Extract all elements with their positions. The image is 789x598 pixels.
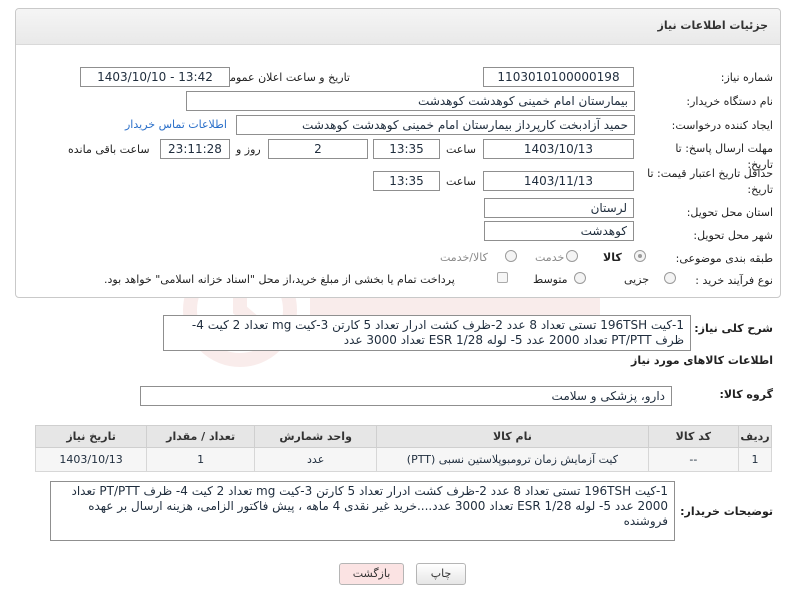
col-date: تاریخ نیاز: [34, 425, 148, 448]
deadline-date-field: 1403/10/13: [483, 139, 634, 159]
validity-label: حداقل تاریخ اعتبار قیمت: تا تاریخ:: [647, 167, 773, 196]
row-code: --: [647, 447, 740, 472]
buyer-contact-link[interactable]: اطلاعات تماس خریدار: [125, 118, 227, 131]
province-field: لرستان: [484, 198, 634, 218]
process-minor-radio[interactable]: [664, 272, 676, 284]
row-date: 1403/10/13: [34, 447, 148, 472]
need-number-field: 1103010100000198: [483, 67, 634, 87]
validity-date-field: 1403/11/13: [483, 171, 634, 191]
goods-section-title: اطلاعات کالاهای مورد نیاز: [631, 354, 773, 367]
category-label: طبقه بندی موضوعی:: [675, 252, 773, 265]
buyer-name-field: بیمارستان امام خمینی کوهدشت کوهدشت: [186, 91, 635, 111]
goods-table: ردیف کد کالا نام کالا واحد شمارش تعداد /…: [34, 425, 772, 472]
buyer-notes-textarea: 1-کیت 196TSH تستی تعداد 8 عدد 2-ظرف کشت …: [50, 481, 675, 541]
goods-group-field: دارو، پزشکی و سلامت: [140, 386, 672, 406]
days-field: 2: [268, 139, 368, 159]
category-goods-radio[interactable]: [634, 250, 646, 262]
creator-field: حمید آزادبخت کارپرداز بیمارستان امام خمی…: [236, 115, 635, 135]
remaining-label: ساعت باقی مانده: [68, 143, 150, 156]
treasury-note: پرداخت تمام یا بخشی از مبلغ خرید،از محل …: [104, 273, 455, 286]
col-name: نام کالا: [376, 425, 649, 448]
remaining-time-field: 23:11:28: [160, 139, 230, 159]
col-unit: واحد شمارش: [254, 425, 378, 448]
page-title: جزئیات اطلاعات نیاز: [16, 9, 780, 45]
row-index: 1: [738, 447, 772, 472]
description-textarea: 1-کیت 196TSH تستی تعداد 8 عدد 2-ظرف کشت …: [163, 315, 691, 351]
col-qty: تعداد / مقدار: [146, 425, 256, 448]
category-service-radio[interactable]: [566, 250, 578, 262]
category-service-label: خدمت: [535, 251, 565, 264]
goods-table-header: ردیف کد کالا نام کالا واحد شمارش تعداد /…: [34, 425, 772, 448]
province-label: استان محل تحویل:: [686, 206, 773, 219]
validity-time-label: ساعت: [446, 175, 476, 188]
process-label: نوع فرآیند خرید :: [695, 274, 773, 287]
category-goods-service-radio[interactable]: [505, 250, 517, 262]
table-row: 1 -- کیت آزمایش زمان ترومبوپلاستین نسبی …: [34, 447, 772, 472]
city-label: شهر محل تحویل:: [693, 229, 773, 242]
col-code: کد کالا: [647, 425, 740, 448]
col-index: ردیف: [738, 425, 772, 448]
process-medium-label: متوسط: [533, 273, 568, 286]
print-button[interactable]: چاپ: [416, 563, 466, 585]
creator-label: ایجاد کننده درخواست:: [671, 119, 773, 132]
buyer-name-label: نام دستگاه خریدار:: [686, 95, 773, 108]
city-field: کوهدشت: [484, 221, 634, 241]
row-qty: 1: [146, 447, 256, 472]
announce-date-label: تاریخ و ساعت اعلان عمومی:: [217, 71, 350, 84]
description-label: شرح کلی نیاز:: [694, 322, 773, 335]
deadline-time-label: ساعت: [446, 143, 476, 156]
category-goods-service-label: کالا/خدمت: [440, 251, 488, 264]
deadline-time-field: 13:35: [373, 139, 440, 159]
process-medium-radio[interactable]: [574, 272, 586, 284]
category-goods-label: کالا: [603, 251, 622, 264]
treasury-checkbox[interactable]: [497, 272, 508, 283]
validity-time-field: 13:35: [373, 171, 440, 191]
days-label: روز و: [236, 143, 261, 156]
need-number-label: شماره نیاز:: [720, 71, 773, 84]
row-name: کیت آزمایش زمان ترومبوپلاستین نسبی (PTT): [376, 447, 649, 472]
announce-date-field: 1403/10/10 - 13:42: [80, 67, 230, 87]
goods-group-label: گروه کالا:: [719, 388, 773, 401]
back-button[interactable]: بازگشت: [339, 563, 404, 585]
process-minor-label: جزیی: [624, 273, 650, 286]
row-unit: عدد: [254, 447, 378, 472]
buyer-notes-label: توضیحات خریدار:: [680, 505, 773, 518]
